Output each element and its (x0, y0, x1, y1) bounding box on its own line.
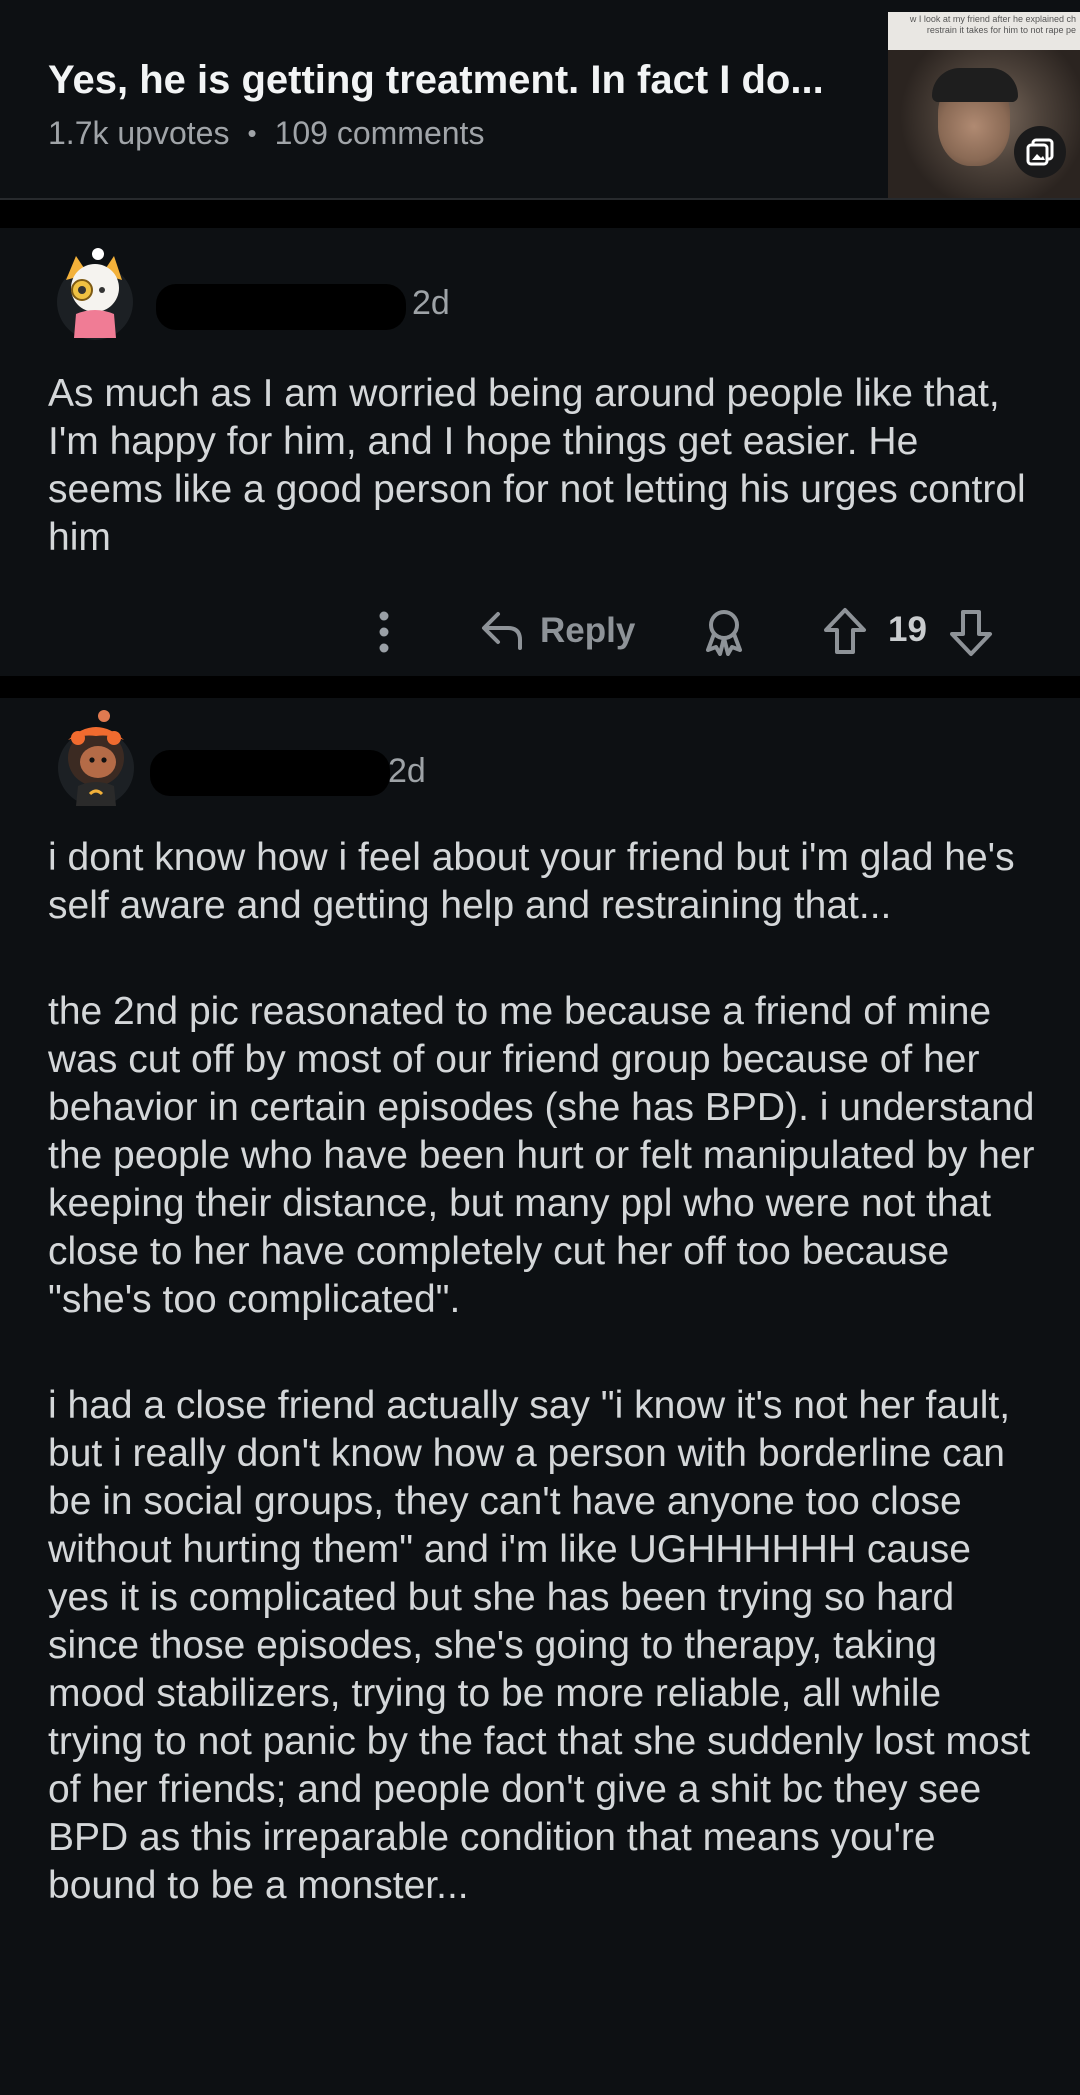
vote-count: 19 (888, 610, 927, 649)
comment-count: 109 comments (274, 115, 485, 151)
comment-paragraph: As much as I am worried being around peo… (48, 372, 1026, 559)
meta-separator: • (247, 118, 257, 148)
thumbnail-caption: w I look at my friend after he explained… (888, 12, 1080, 50)
avatar[interactable] (48, 708, 138, 806)
upvote-arrow-icon (824, 608, 866, 654)
comment-card: 2d i dont know how i feel about your fri… (0, 698, 1080, 2095)
reply-arrow-icon (482, 612, 522, 650)
upvote-button[interactable] (822, 606, 868, 656)
post-header[interactable]: Yes, he is getting treatment. In fact I … (0, 0, 1080, 200)
username-redacted[interactable] (156, 284, 406, 330)
post-title[interactable]: Yes, he is getting treatment. In fact I … (48, 58, 868, 103)
comment-body: As much as I am worried being around peo… (48, 370, 1038, 562)
downvote-arrow-icon (950, 610, 992, 656)
upvote-count: 1.7k upvotes (48, 115, 230, 151)
comment-paragraph: the 2nd pic reasonated to me because a f… (48, 990, 1035, 1321)
comment-card: 2d As much as I am worried being around … (0, 228, 1080, 676)
avatar[interactable] (48, 240, 138, 340)
post-meta: 1.7k upvotes • 109 comments (48, 115, 484, 152)
post-detail-screen: Yes, he is getting treatment. In fact I … (0, 0, 1080, 2095)
reply-button[interactable]: Reply (478, 608, 635, 654)
thumbnail-photo (888, 50, 1080, 198)
comment-paragraph: i had a close friend actually say "i kno… (48, 1384, 1031, 1907)
more-vertical-icon[interactable] (372, 606, 396, 658)
comment-time: 2d (388, 752, 426, 790)
reply-label: Reply (540, 611, 636, 650)
thumbnail-cap (932, 68, 1018, 102)
section-gap (0, 200, 1080, 228)
gallery-icon[interactable] (1014, 126, 1066, 178)
comment-actions: Reply 19 (0, 598, 1080, 668)
comment-body: i dont know how i feel about your friend… (48, 834, 1038, 1910)
comment-separator (0, 676, 1080, 698)
comment-time: 2d (412, 284, 450, 322)
vote-score: 19 (888, 610, 927, 650)
award-icon[interactable] (700, 606, 748, 656)
downvote-button[interactable] (948, 608, 994, 658)
comment-paragraph: i dont know how i feel about your friend… (48, 836, 1015, 927)
username-redacted[interactable] (150, 750, 390, 796)
